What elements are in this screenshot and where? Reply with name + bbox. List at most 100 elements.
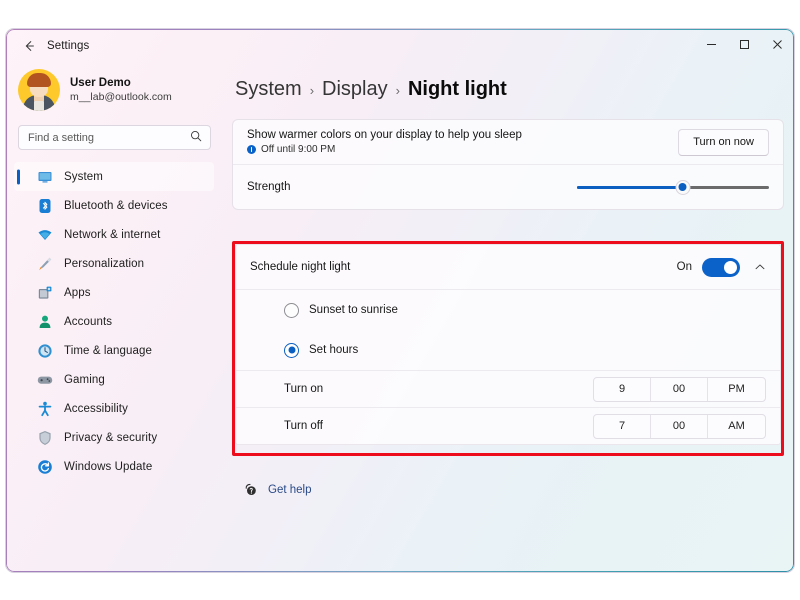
clock-globe-icon [36, 342, 53, 359]
toggle-knob [724, 260, 737, 274]
monitor-icon [36, 168, 53, 185]
breadcrumb-system[interactable]: System [235, 78, 302, 101]
radio-button[interactable] [284, 342, 299, 358]
content-pane: System › Display › Night light Show warm… [222, 62, 794, 572]
sidebar-item-gaming[interactable]: Gaming [14, 365, 214, 394]
strength-slider[interactable] [577, 178, 769, 196]
turn-on-hour-field[interactable]: 9 [594, 377, 651, 401]
turn-on-meridiem-field[interactable]: PM [708, 378, 765, 401]
shield-icon [36, 429, 53, 446]
maximize-button[interactable] [728, 29, 761, 62]
search-icon [190, 129, 202, 147]
minimize-icon [706, 37, 717, 55]
schedule-header-row[interactable]: Schedule night light On [236, 245, 780, 289]
option-sunset-to-sunrise[interactable]: Sunset to sunrise [236, 290, 780, 330]
sidebar-item-label: Network & internet [64, 228, 161, 241]
back-button[interactable] [14, 33, 44, 59]
warmer-colors-status: Off until 9:00 PM [247, 144, 522, 155]
settings-window: Settings User Demo m__lab@outlook.com Fi… [6, 29, 794, 572]
sidebar-item-accounts[interactable]: Accounts [14, 307, 214, 336]
window-titlebar: Settings [6, 29, 794, 62]
sidebar-item-windows-update[interactable]: Windows Update [14, 452, 214, 481]
schedule-toggle-switch[interactable] [702, 257, 740, 277]
warmer-colors-title: Show warmer colors on your display to he… [247, 129, 522, 141]
schedule-night-light-card: Schedule night light On Sunset to sunris… [235, 244, 781, 445]
search-input[interactable] [19, 126, 210, 149]
maximize-icon [739, 37, 750, 55]
help-question-icon [242, 481, 259, 498]
update-refresh-icon [36, 458, 53, 475]
sidebar-item-label: Personalization [64, 257, 145, 270]
chevron-up-icon[interactable] [754, 261, 766, 273]
close-button[interactable] [761, 29, 794, 62]
sidebar-item-label: Accounts [64, 315, 113, 328]
turn-off-minute-field[interactable]: 00 [651, 414, 708, 438]
window-title: Settings [47, 39, 90, 52]
close-icon [772, 37, 783, 55]
breadcrumb-separator-icon: › [395, 83, 400, 98]
strength-label: Strength [247, 181, 291, 193]
sidebar-item-personalization[interactable]: Personalization [14, 249, 214, 278]
night-light-card: Show warmer colors on your display to he… [232, 119, 784, 210]
person-icon [36, 313, 53, 330]
profile-name: User Demo [70, 76, 131, 89]
strength-row: Strength [233, 165, 783, 209]
option-set-hours[interactable]: Set hours [236, 330, 780, 370]
get-help-link[interactable]: Get help [242, 481, 311, 498]
sidebar-item-apps[interactable]: Apps [14, 278, 214, 307]
sidebar-item-system[interactable]: System [14, 162, 214, 191]
turn-off-meridiem-field[interactable]: AM [708, 415, 765, 438]
option-label: Sunset to sunrise [309, 304, 398, 316]
turn-off-label: Turn off [284, 420, 323, 432]
warmer-colors-status-text: Off until 9:00 PM [261, 144, 336, 155]
sidebar-item-label: Privacy & security [64, 431, 158, 444]
screenshot-root: Settings User Demo m__lab@outlook.com Fi… [0, 0, 800, 600]
bluetooth-icon [36, 197, 53, 214]
sidebar-item-label: Time & language [64, 344, 153, 357]
paintbrush-icon [36, 255, 53, 272]
minimize-button[interactable] [695, 29, 728, 62]
profile-text: User Demo m__lab@outlook.com [70, 76, 172, 105]
schedule-toggle-group: On [676, 257, 766, 277]
page-title: Night light [407, 78, 507, 100]
slider-thumb[interactable] [675, 179, 691, 195]
turn-off-time-row: Turn off 7 00 AM [236, 408, 780, 444]
turn-on-now-button[interactable]: Turn on now [678, 128, 769, 156]
turn-on-time-fields: 9 00 PM [593, 376, 766, 402]
sidebar-item-time-language[interactable]: Time & language [14, 336, 214, 365]
turn-on-time-row: Turn on 9 00 PM [236, 371, 780, 407]
sidebar-item-accessibility[interactable]: Accessibility [14, 394, 214, 423]
schedule-toggle-state-label: On [676, 261, 692, 273]
sidebar-item-label: Accessibility [64, 402, 128, 415]
sidebar-item-privacy-security[interactable]: Privacy & security [14, 423, 214, 452]
radio-button[interactable] [284, 302, 299, 318]
profile-block[interactable]: User Demo m__lab@outlook.com [18, 69, 222, 111]
breadcrumb: System › Display › Night light [235, 78, 794, 101]
sidebar-item-bluetooth-devices[interactable]: Bluetooth & devices [14, 191, 214, 220]
accessibility-person-icon [36, 400, 53, 417]
gamepad-icon [36, 371, 53, 388]
turn-off-hour-field[interactable]: 7 [594, 414, 651, 438]
sidebar-item-label: Gaming [64, 373, 105, 386]
option-label: Set hours [309, 344, 359, 356]
apps-grid-icon [36, 284, 53, 301]
sidebar-nav: System Bluetooth & devices Network & int… [6, 162, 222, 481]
get-help-label: Get help [268, 483, 312, 496]
turn-off-time-fields: 7 00 AM [593, 413, 766, 439]
back-arrow-icon [22, 39, 36, 53]
window-controls [695, 29, 794, 62]
user-avatar-icon [18, 69, 60, 111]
search-box[interactable] [18, 125, 211, 150]
sidebar-item-network-internet[interactable]: Network & internet [14, 220, 214, 249]
schedule-title: Schedule night light [250, 261, 351, 273]
sidebar: User Demo m__lab@outlook.com Find a sett… [6, 62, 222, 572]
breadcrumb-display[interactable]: Display [322, 78, 388, 101]
info-circle-icon [247, 145, 256, 154]
wifi-icon [36, 226, 53, 243]
breadcrumb-separator-icon: › [309, 83, 315, 98]
turn-on-label: Turn on [284, 383, 324, 395]
profile-email: m__lab@outlook.com [70, 91, 172, 104]
sidebar-item-label: Bluetooth & devices [64, 199, 168, 212]
turn-on-minute-field[interactable]: 00 [651, 377, 708, 401]
sidebar-item-label: System [64, 170, 103, 183]
